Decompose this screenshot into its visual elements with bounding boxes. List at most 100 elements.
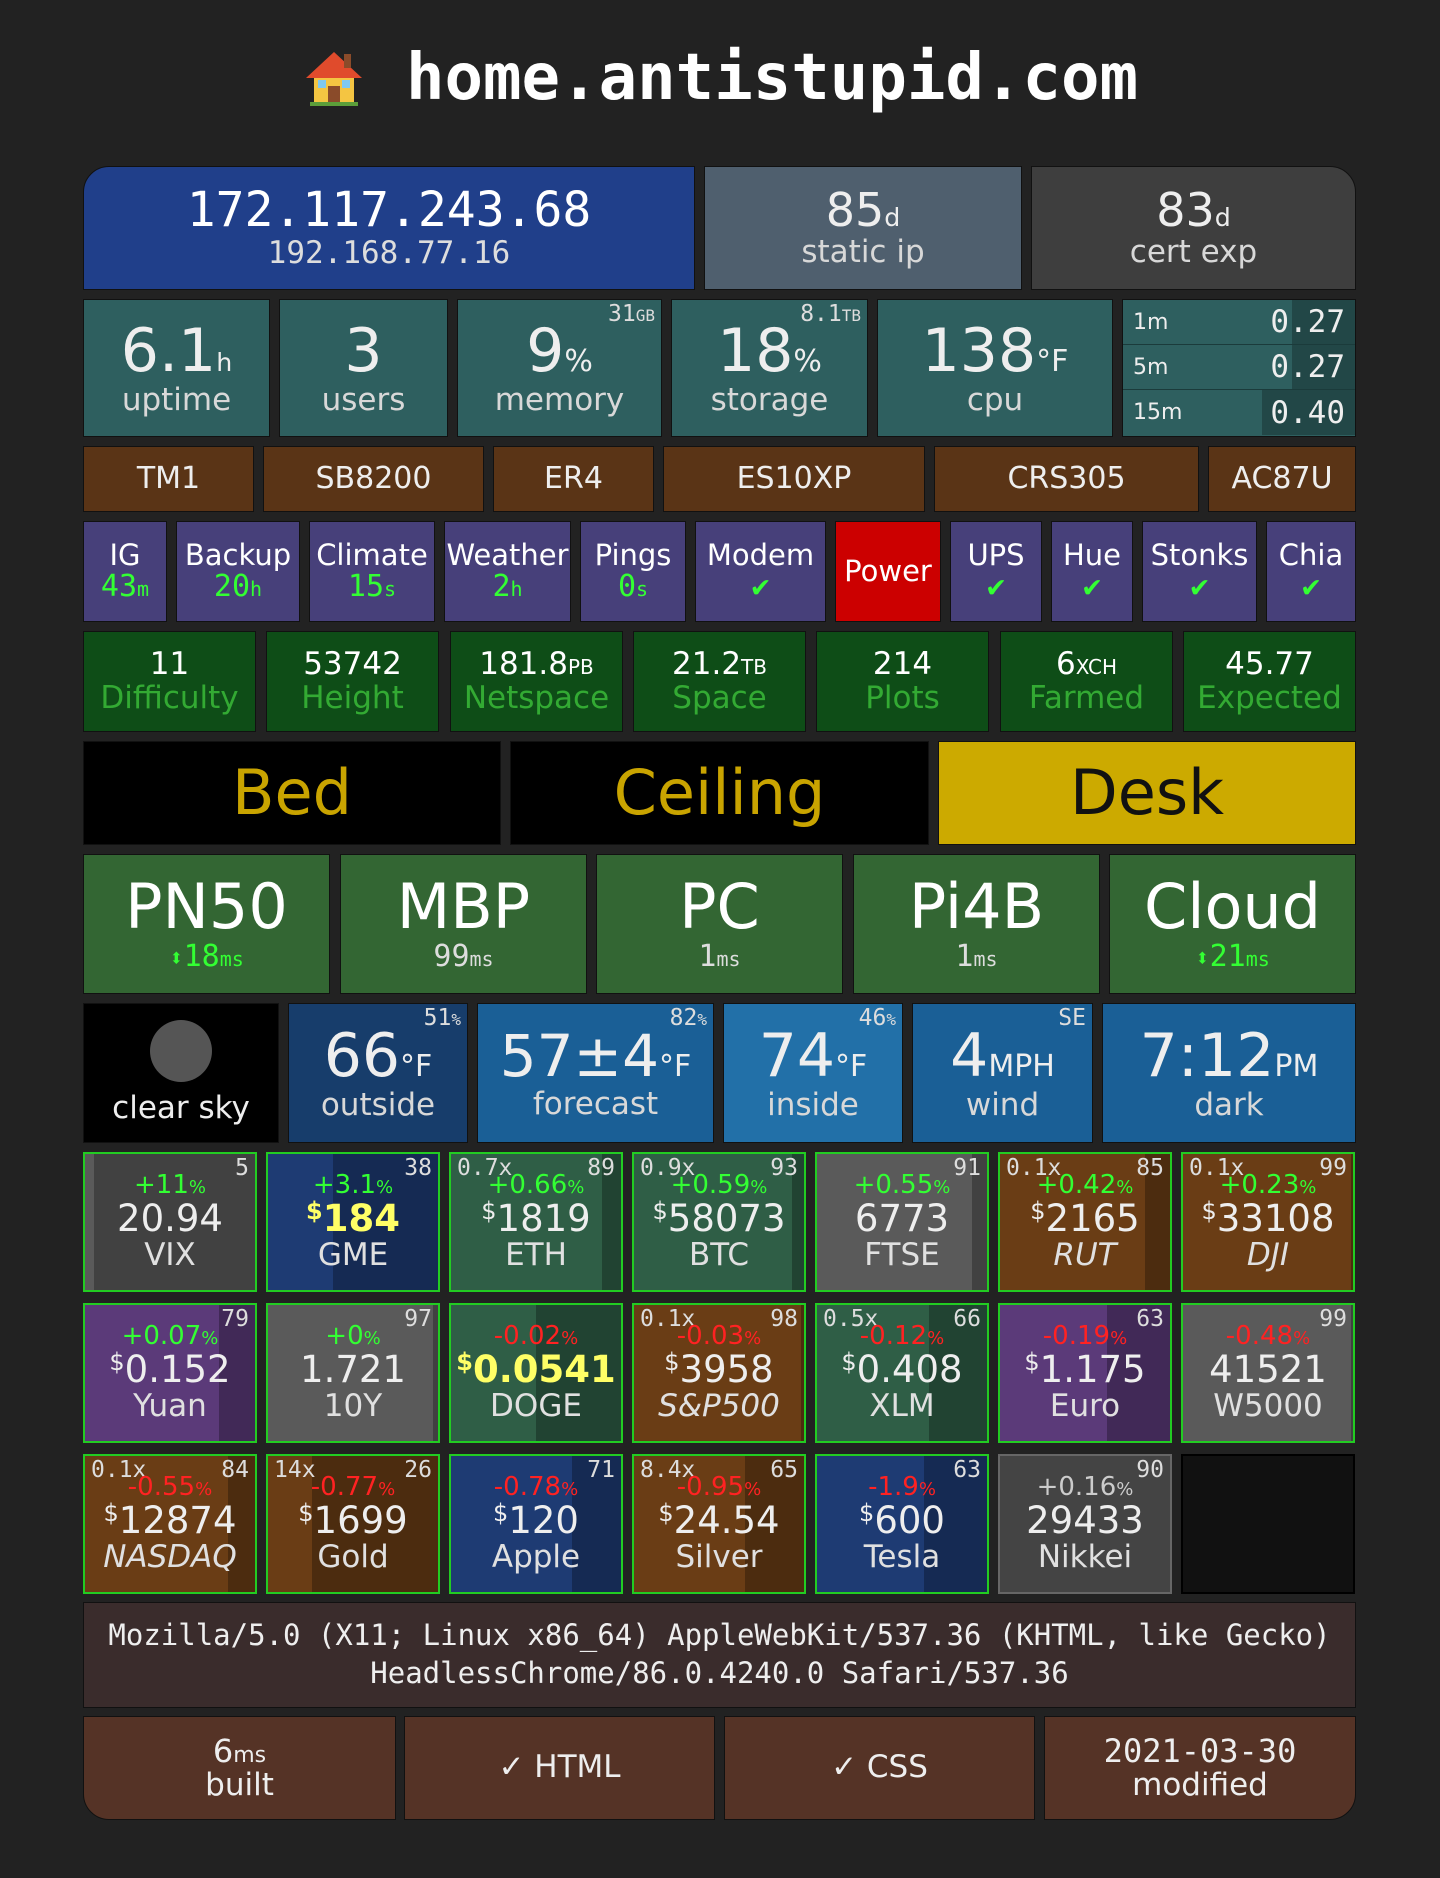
inside-tile[interactable]: 46% 74°F inside [723,1003,903,1143]
ticker-change: +0.07 [121,1321,202,1352]
cert-days: 83 [1156,183,1215,238]
public-ip-tile[interactable]: 172.117.243.68 192.168.77.16 [83,166,695,290]
ticker-apple[interactable]: 71 -0.78% $120 Apple [449,1454,623,1594]
html-valid-link[interactable]: ✓ HTML [404,1716,715,1820]
ticker-gme[interactable]: 38 +3.1% $184 GME [266,1152,440,1292]
static-ip-tile[interactable]: 85d static ip [704,166,1022,290]
forecast-tile[interactable]: 82% 57±4°F forecast [477,1003,714,1143]
cpu-tile[interactable]: 138°F cpu [877,299,1113,437]
host-mbp[interactable]: MBP 99ms [340,854,587,994]
forecast-label: forecast [532,1085,659,1122]
light-bed-button[interactable]: Bed [83,741,501,845]
service-name: UPS [967,537,1025,572]
sky-tile[interactable]: clear sky [83,1003,279,1143]
cert-exp-tile[interactable]: 83d cert exp [1031,166,1356,290]
service-climate[interactable]: Climate 15s [309,521,435,622]
chia-unit: TB [741,655,767,680]
ticker-name: GME [317,1237,389,1274]
built-tile[interactable]: 6ms built [83,1716,396,1820]
service-power[interactable]: Power [835,521,941,622]
ticker-ftse[interactable]: 91 +0.55% 6773 FTSE [815,1152,989,1292]
forecast-humidity: 82 [669,1005,698,1031]
ticker-w5000[interactable]: 99 -0.48% 41521 W5000 [1181,1303,1355,1443]
light-ceiling-button[interactable]: Ceiling [510,741,929,845]
service-chia[interactable]: Chia ✔ [1266,521,1356,622]
css-valid-link[interactable]: ✓ CSS [724,1716,1035,1820]
device-tm1[interactable]: TM1 [83,446,254,512]
chia-difficulty[interactable]: 11 Difficulty [83,631,256,732]
ticker-change: -0.78 [493,1472,562,1503]
chia-expected[interactable]: 45.77 Expected [1183,631,1356,732]
user-agent: Mozilla/5.0 (X11; Linux x86_64) AppleWeb… [83,1602,1356,1708]
service-stonks[interactable]: Stonks ✔ [1142,521,1257,622]
chia-space[interactable]: 21.2TB Space [633,631,806,732]
uptime-tile[interactable]: 6.1h uptime [83,299,270,437]
device-crs305[interactable]: CRS305 [934,446,1199,512]
storage-tile[interactable]: 8.1TB 18% storage [671,299,868,437]
ticker-nikkei[interactable]: 90 +0.16% 29433 Nikkei [998,1454,1172,1594]
service-backup[interactable]: Backup 20h [176,521,300,622]
device-label: CRS305 [1007,460,1126,496]
chia-netspace[interactable]: 181.8PB Netspace [450,631,623,732]
modified-tile[interactable]: 2021-03-30 modified [1044,1716,1356,1820]
storage-value: 18 [717,315,794,386]
ticker-euro[interactable]: 63 -0.19% $1.175 Euro [998,1303,1172,1443]
built-unit: ms [233,1742,267,1768]
days-unit: d [1214,203,1231,233]
ticker-yuan[interactable]: 79 +0.07% $0.152 Yuan [83,1303,257,1443]
service-hue[interactable]: Hue ✔ [1051,521,1133,622]
light-desk-button[interactable]: Desk [938,741,1356,845]
load-average-tile[interactable]: 1m 0.27 5m 0.27 15m 0.40 [1122,299,1356,437]
ticker-change: +0.23 [1219,1170,1300,1201]
service-weather[interactable]: Weather 2h [444,521,571,622]
service-pings[interactable]: Pings 0s [580,521,686,622]
dollar-sign: $ [1030,1197,1046,1226]
host-pc[interactable]: PC 1ms [596,854,843,994]
device-er4[interactable]: ER4 [493,446,654,512]
memory-total: 31 [608,301,636,327]
ticker-xlm[interactable]: 0.5x 66 -0.12% $0.408 XLM [815,1303,989,1443]
ticker-gold[interactable]: 14x 26 -0.77% $1699 Gold [266,1454,440,1594]
outside-tile[interactable]: 51% 66°F outside [288,1003,468,1143]
service-ups[interactable]: UPS ✔ [950,521,1042,622]
host-pi4b[interactable]: Pi4B 1ms [853,854,1100,994]
built-label: built [205,1766,274,1803]
chia-plots[interactable]: 214 Plots [816,631,989,732]
dollar-sign: $ [859,1499,875,1528]
chia-height[interactable]: 53742 Height [266,631,439,732]
house-icon [305,52,362,106]
users-tile[interactable]: 3 users [279,299,448,437]
memory-value: 9 [526,315,565,386]
ticker-price: 3958 [679,1348,774,1392]
chia-farmed[interactable]: 6XCH Farmed [1000,631,1173,732]
ticker-price: 0.152 [124,1348,231,1392]
chia-value: 214 [872,646,933,683]
memory-total-unit: GB [635,306,655,325]
ticker-btc[interactable]: 0.9x 93 +0.59% $58073 BTC [632,1152,806,1292]
ticker-vix[interactable]: 5 +11% 20.94 VIX [83,1152,257,1292]
memory-tile[interactable]: 31GB 9% memory [457,299,662,437]
ticker-eth[interactable]: 0.7x 89 +0.66% $1819 ETH [449,1152,623,1292]
html-valid-label: ✓ HTML [498,1749,621,1786]
ticker-dji[interactable]: 0.1x 99 +0.23% $33108 DJI [1181,1152,1355,1292]
ticker-rut[interactable]: 0.1x 85 +0.42% $2165 RUT [998,1152,1172,1292]
ticker-nasdaq[interactable]: 0.1x 84 -0.55% $12874 NASDAQ [83,1454,257,1594]
device-sb8200[interactable]: SB8200 [263,446,484,512]
ticker-doge[interactable]: -0.02% $0.0541 DOGE [449,1303,623,1443]
device-ac87u[interactable]: AC87U [1208,446,1356,512]
light-label: Desk [1069,755,1225,829]
public-ip: 172.117.243.68 [186,182,592,239]
device-es10xp[interactable]: ES10XP [663,446,925,512]
ticker-10y[interactable]: 97 +0% 1.721 10Y [266,1303,440,1443]
ticker-sp500[interactable]: 0.1x 98 -0.03% $3958 S&P500 [632,1303,806,1443]
host-pn50[interactable]: PN50 ⬍18ms [83,854,330,994]
ticker-silver[interactable]: 8.4x 65 -0.95% $24.54 Silver [632,1454,806,1594]
time-tile[interactable]: 7:12PM dark [1102,1003,1356,1143]
ticker-price: 1819 [496,1197,591,1241]
wind-tile[interactable]: SE 4MPH wind [912,1003,1093,1143]
service-modem[interactable]: Modem ✔ [695,521,826,622]
ticker-name: Yuan [133,1388,207,1425]
ticker-tesla[interactable]: 63 -1.9% $600 Tesla [815,1454,989,1594]
service-ig[interactable]: IG 43m [83,521,167,622]
host-cloud[interactable]: Cloud ⬍21ms [1109,854,1356,994]
